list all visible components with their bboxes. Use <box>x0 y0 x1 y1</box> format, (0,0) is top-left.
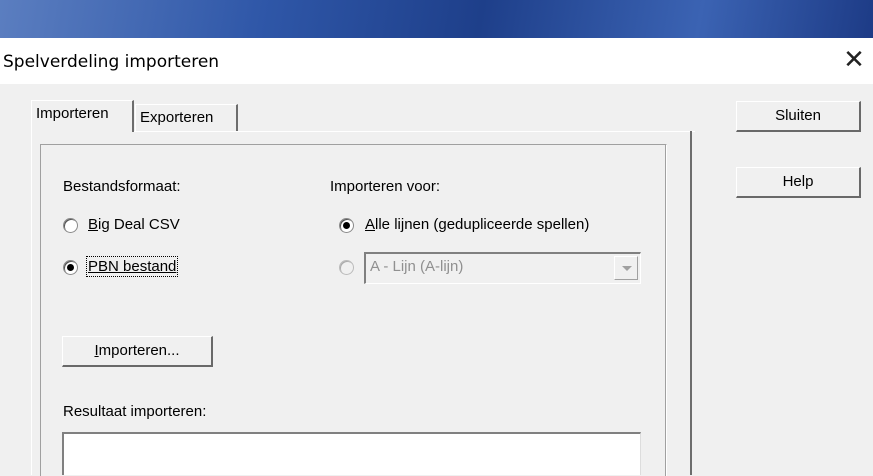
tab-exporteren-label: Exporteren <box>140 109 214 126</box>
tab-panel-left-edge <box>31 131 32 475</box>
file-format-label: Bestandsformaat: <box>63 178 181 195</box>
import-button-text: mporteren... <box>98 342 180 359</box>
line-select-value: A - Lijn (A-lijn) <box>370 258 464 275</box>
result-label: Resultaat importeren: <box>63 403 207 420</box>
import-for-label: Importeren voor: <box>330 178 441 195</box>
result-textarea[interactable] <box>62 432 641 475</box>
window-title: Spelverdeling importeren <box>3 52 220 72</box>
tab-importeren-label: Importeren <box>36 105 109 122</box>
help-button[interactable]: Help <box>736 167 861 198</box>
title-bar: Spelverdeling importeren ✕ <box>0 38 873 84</box>
pbn-bestand-radio[interactable] <box>63 260 78 275</box>
pbn-bestand-text: PBN bestand <box>88 258 177 275</box>
import-button[interactable]: Importeren... <box>62 336 213 367</box>
close-button[interactable]: Sluiten <box>736 101 861 132</box>
all-lines-label[interactable]: Alle lijnen (gedupliceerde spellen) <box>365 216 589 233</box>
single-line-radio[interactable] <box>339 260 354 275</box>
big-deal-csv-mnemonic: B <box>88 216 99 233</box>
window-top-band <box>0 0 873 38</box>
all-lines-text: lle lijnen (gedupliceerde spellen) <box>375 216 590 233</box>
pbn-bestand-label[interactable]: PBN bestand <box>85 256 179 277</box>
big-deal-csv-label[interactable]: Big Deal CSV <box>88 216 180 233</box>
tab-exporteren[interactable]: Exporteren <box>135 104 238 132</box>
all-lines-radio[interactable] <box>339 218 354 233</box>
tab-panel-right-edge <box>690 131 692 475</box>
chevron-down-icon[interactable] <box>614 256 638 280</box>
close-icon[interactable]: ✕ <box>835 45 873 77</box>
tab-importeren[interactable]: Importeren <box>31 100 134 132</box>
line-select[interactable]: A - Lijn (A-lijn) <box>364 252 641 284</box>
big-deal-csv-text: ig Deal CSV <box>98 216 180 233</box>
big-deal-csv-radio[interactable] <box>63 218 78 233</box>
all-lines-mnemonic: A <box>365 216 376 233</box>
